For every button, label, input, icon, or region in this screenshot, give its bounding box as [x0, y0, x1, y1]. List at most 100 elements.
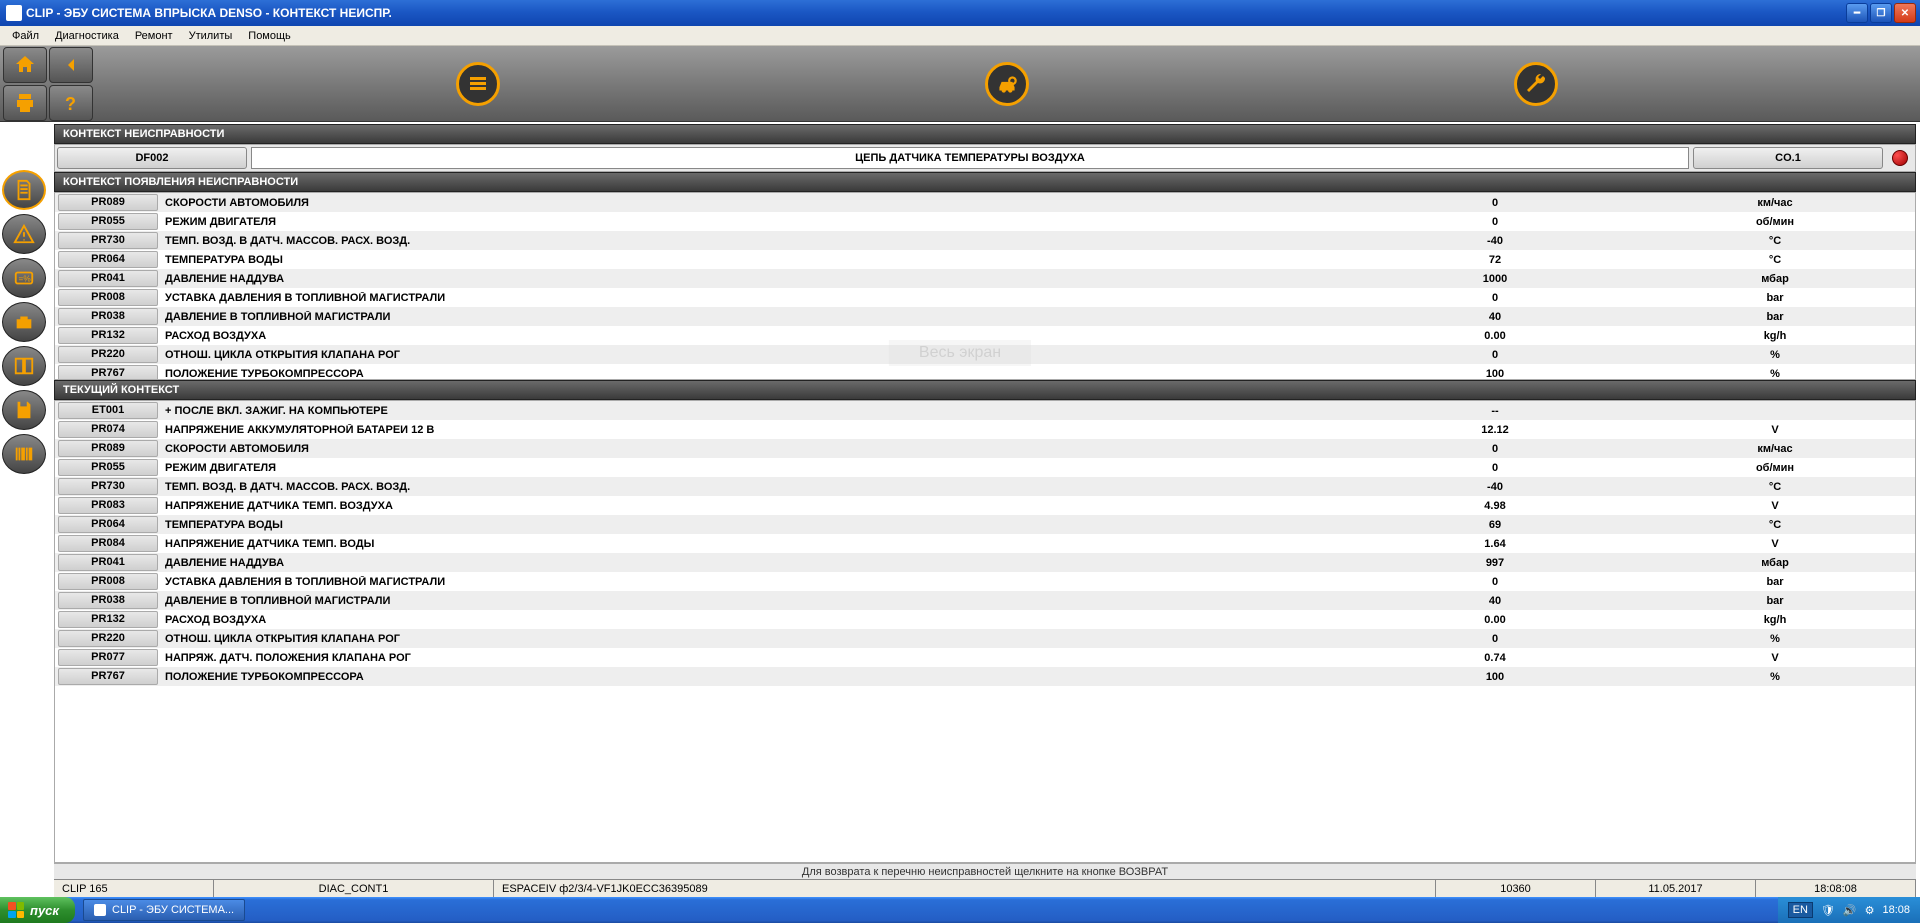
- side-manual-button[interactable]: [2, 346, 46, 386]
- status-clip: CLIP 165: [54, 880, 214, 897]
- fault-status[interactable]: CO.1: [1693, 147, 1883, 169]
- param-label: РАСХОД ВОЗДУХА: [161, 330, 1355, 342]
- table-row[interactable]: PR767ПОЛОЖЕНИЕ ТУРБОКОМПРЕССОРА100%: [55, 364, 1915, 379]
- print-button[interactable]: [3, 85, 47, 121]
- table-row[interactable]: ET001+ ПОСЛЕ ВКЛ. ЗАЖИГ. НА КОМПЬЮТЕРЕ--: [55, 401, 1915, 420]
- param-value: 0: [1355, 197, 1635, 209]
- minimize-button[interactable]: ━: [1846, 3, 1868, 23]
- param-code: PR767: [58, 365, 158, 379]
- menu-help[interactable]: Помощь: [240, 28, 299, 44]
- occurrence-table[interactable]: PR089СКОРОСТИ АВТОМОБИЛЯ0км/часPR055РЕЖИ…: [55, 193, 1915, 379]
- menubar: Файл Диагностика Ремонт Утилиты Помощь: [0, 26, 1920, 46]
- side-toolbox-button[interactable]: [2, 302, 46, 342]
- tray-icon-2[interactable]: 🔊: [1843, 904, 1857, 917]
- tray-icon-1[interactable]: 🛡: [1821, 904, 1835, 917]
- table-row[interactable]: PR064ТЕМПЕРАТУРА ВОДЫ69°C: [55, 515, 1915, 534]
- back-button[interactable]: [49, 47, 93, 83]
- table-row[interactable]: PR132РАСХОД ВОЗДУХА0.00kg/h: [55, 326, 1915, 345]
- param-label: СКОРОСТИ АВТОМОБИЛЯ: [161, 197, 1355, 209]
- side-document-button[interactable]: [2, 170, 46, 210]
- table-row[interactable]: PR055РЕЖИМ ДВИГАТЕЛЯ0об/мин: [55, 458, 1915, 477]
- param-code: PR064: [58, 516, 158, 533]
- fault-code[interactable]: DF002: [57, 147, 247, 169]
- param-label: УСТАВКА ДАВЛЕНИЯ В ТОПЛИВНОЙ МАГИСТРАЛИ: [161, 292, 1355, 304]
- param-value: 40: [1355, 311, 1635, 323]
- tools-button[interactable]: [1514, 62, 1558, 106]
- table-row[interactable]: PR730ТЕМП. ВОЗД. В ДАТЧ. МАССОВ. РАСХ. В…: [55, 231, 1915, 250]
- windows-logo-icon: [8, 902, 24, 918]
- table-row[interactable]: PR074НАПРЯЖЕНИЕ АККУМУЛЯТОРНОЙ БАТАРЕИ 1…: [55, 420, 1915, 439]
- param-unit: %: [1635, 633, 1915, 645]
- param-code: PR041: [58, 270, 158, 287]
- tray-icon-3[interactable]: ⚙: [1865, 904, 1875, 917]
- table-row[interactable]: PR038ДАВЛЕНИЕ В ТОПЛИВНОЙ МАГИСТРАЛИ40ba…: [55, 307, 1915, 326]
- home-button[interactable]: [3, 47, 47, 83]
- table-row[interactable]: PR064ТЕМПЕРАТУРА ВОДЫ72°C: [55, 250, 1915, 269]
- tray-clock[interactable]: 18:08: [1882, 904, 1910, 916]
- table-row[interactable]: PR089СКОРОСТИ АВТОМОБИЛЯ0км/час: [55, 439, 1915, 458]
- table-row[interactable]: PR220ОТНОШ. ЦИКЛА ОТКРЫТИЯ КЛАПАНА РОГ0%: [55, 629, 1915, 648]
- param-code: PR008: [58, 289, 158, 306]
- table-row[interactable]: PR083НАПРЯЖЕНИЕ ДАТЧИКА ТЕМП. ВОЗДУХА4.9…: [55, 496, 1915, 515]
- side-barcode-button[interactable]: [2, 434, 46, 474]
- svg-text:?: ?: [65, 94, 76, 114]
- fault-summary-row: DF002 ЦЕПЬ ДАТЧИКА ТЕМПЕРАТУРЫ ВОЗДУХА C…: [54, 144, 1916, 172]
- side-warning-button[interactable]: [2, 214, 46, 254]
- svg-text:=%: =%: [19, 275, 32, 284]
- task-app-icon: [94, 904, 106, 916]
- side-save-button[interactable]: [2, 390, 46, 430]
- table-row[interactable]: PR041ДАВЛЕНИЕ НАДДУВА1000мбар: [55, 269, 1915, 288]
- start-button[interactable]: пуск: [0, 897, 75, 923]
- list-mode-button[interactable]: [456, 62, 500, 106]
- table-row[interactable]: PR055РЕЖИМ ДВИГАТЕЛЯ0об/мин: [55, 212, 1915, 231]
- table-row[interactable]: PR041ДАВЛЕНИЕ НАДДУВА997мбар: [55, 553, 1915, 572]
- table-row[interactable]: PR220ОТНОШ. ЦИКЛА ОТКРЫТИЯ КЛАПАНА РОГ0%: [55, 345, 1915, 364]
- param-code: PR055: [58, 459, 158, 476]
- close-button[interactable]: ✕: [1894, 3, 1916, 23]
- menu-repair[interactable]: Ремонт: [127, 28, 181, 44]
- side-percent-button[interactable]: =%: [2, 258, 46, 298]
- table-row[interactable]: PR008УСТАВКА ДАВЛЕНИЯ В ТОПЛИВНОЙ МАГИСТ…: [55, 288, 1915, 307]
- param-code: PR767: [58, 668, 158, 685]
- param-code: PR089: [58, 194, 158, 211]
- param-code: PR077: [58, 649, 158, 666]
- param-unit: %: [1635, 368, 1915, 380]
- param-label: ПОЛОЖЕНИЕ ТУРБОКОМПРЕССОРА: [161, 368, 1355, 380]
- language-indicator[interactable]: EN: [1788, 902, 1813, 918]
- param-unit: kg/h: [1635, 330, 1915, 342]
- table-row[interactable]: PR132РАСХОД ВОЗДУХА0.00kg/h: [55, 610, 1915, 629]
- param-code: PR083: [58, 497, 158, 514]
- param-label: ДАВЛЕНИЕ В ТОПЛИВНОЙ МАГИСТРАЛИ: [161, 595, 1355, 607]
- menu-diagnostics[interactable]: Диагностика: [47, 28, 127, 44]
- param-value: 40: [1355, 595, 1635, 607]
- help-button[interactable]: ?: [49, 85, 93, 121]
- param-unit: км/час: [1635, 197, 1915, 209]
- param-label: ТЕМПЕРАТУРА ВОДЫ: [161, 254, 1355, 266]
- start-label: пуск: [30, 903, 59, 918]
- vehicle-scan-button[interactable]: [985, 62, 1029, 106]
- param-value: 0: [1355, 443, 1635, 455]
- status-vin: ESPACEIV ф2/3/4-VF1JK0ECC36395089: [494, 880, 1436, 897]
- current-table[interactable]: ET001+ ПОСЛЕ ВКЛ. ЗАЖИГ. НА КОМПЬЮТЕРЕ--…: [55, 401, 1915, 862]
- taskbar-item-clip[interactable]: CLIP - ЭБУ СИСТЕМА...: [83, 899, 245, 921]
- table-row[interactable]: PR767ПОЛОЖЕНИЕ ТУРБОКОМПРЕССОРА100%: [55, 667, 1915, 686]
- param-code: PR220: [58, 346, 158, 363]
- param-value: 0.00: [1355, 330, 1635, 342]
- table-row[interactable]: PR008УСТАВКА ДАВЛЕНИЯ В ТОПЛИВНОЙ МАГИСТ…: [55, 572, 1915, 591]
- table-row[interactable]: PR038ДАВЛЕНИЕ В ТОПЛИВНОЙ МАГИСТРАЛИ40ba…: [55, 591, 1915, 610]
- table-row[interactable]: PR730ТЕМП. ВОЗД. В ДАТЧ. МАССОВ. РАСХ. В…: [55, 477, 1915, 496]
- param-label: ТЕМП. ВОЗД. В ДАТЧ. МАССОВ. РАСХ. ВОЗД.: [161, 235, 1355, 247]
- table-row[interactable]: PR084НАПРЯЖЕНИЕ ДАТЧИКА ТЕМП. ВОДЫ1.64V: [55, 534, 1915, 553]
- param-label: РАСХОД ВОЗДУХА: [161, 614, 1355, 626]
- table-row[interactable]: PR089СКОРОСТИ АВТОМОБИЛЯ0км/час: [55, 193, 1915, 212]
- menu-utilities[interactable]: Утилиты: [181, 28, 241, 44]
- maximize-button[interactable]: ❐: [1870, 3, 1892, 23]
- status-bar: CLIP 165 DIAC_CONT1 ESPACEIV ф2/3/4-VF1J…: [54, 879, 1916, 897]
- sidebar: =%: [2, 170, 50, 474]
- window-titlebar: CLIP - ЭБУ СИСТЕМА ВПРЫСКА DENSO - КОНТЕ…: [0, 0, 1920, 26]
- status-time: 18:08:08: [1756, 880, 1916, 897]
- param-code: PR038: [58, 308, 158, 325]
- menu-file[interactable]: Файл: [4, 28, 47, 44]
- table-row[interactable]: PR077НАПРЯЖ. ДАТЧ. ПОЛОЖЕНИЯ КЛАПАНА РОГ…: [55, 648, 1915, 667]
- param-unit: kg/h: [1635, 614, 1915, 626]
